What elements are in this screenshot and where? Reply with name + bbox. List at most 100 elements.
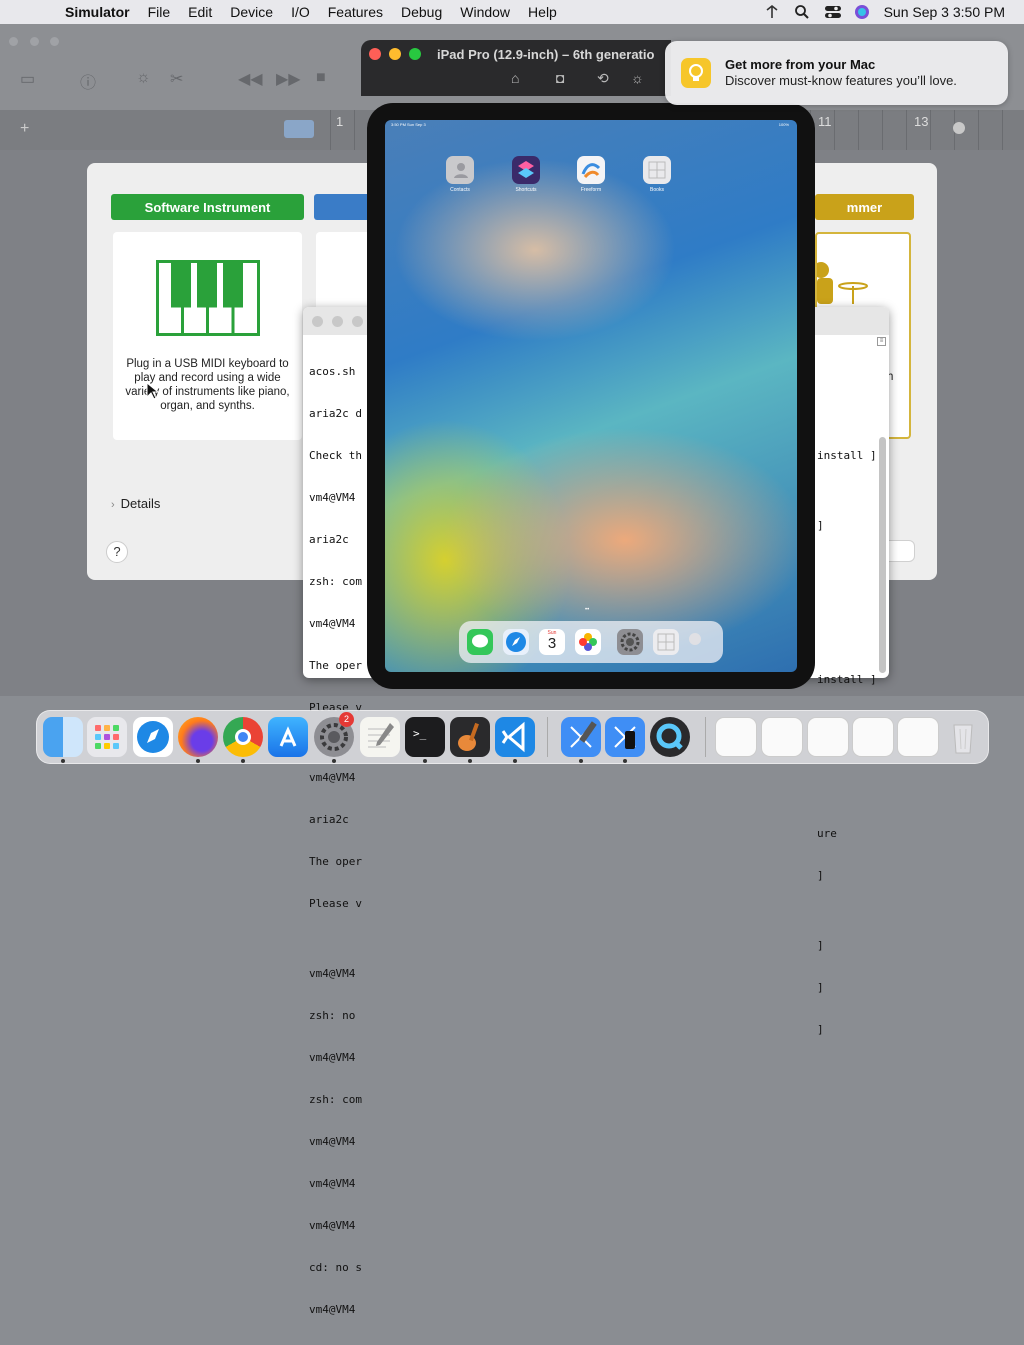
notification-banner[interactable]: Get more from your Mac Discover must-kno… [665,41,1008,105]
zoom-slider-knob[interactable] [953,122,965,134]
terminal-line: zsh: com [309,1093,362,1106]
terminal-line-tail: ] [817,869,824,882]
books-app-icon[interactable] [643,156,671,184]
fast-forward-icon[interactable]: ▶▶ [276,69,301,89]
ipad-device-frame: 3:50 PM Sun Sep 3 100% Contacts Shortcut… [367,103,815,689]
recent-document-thumbnail[interactable] [897,717,939,757]
terminal-line-tail: install ] [817,673,877,686]
recent-document-thumbnail[interactable] [715,717,757,757]
software-instrument-header[interactable]: Software Instrument [111,194,304,220]
help-button[interactable]: ? [106,541,128,563]
safari-icon[interactable] [133,717,173,757]
terminal-scrollbar[interactable] [879,437,886,673]
finder-icon[interactable] [43,717,83,757]
simulator-icon[interactable] [605,717,645,757]
menu-window[interactable]: Window [451,4,519,20]
smart-tempo-icon[interactable] [284,120,314,138]
control-center-icon[interactable] [824,4,841,20]
screenshot-camera-icon[interactable]: ◘ [556,70,564,86]
menu-edit[interactable]: Edit [179,4,221,20]
audio-header[interactable] [314,194,374,220]
recent-app-icon[interactable] [689,633,701,645]
menu-help[interactable]: Help [519,4,566,20]
settings-app-icon[interactable] [617,629,643,655]
contacts-app-icon[interactable] [446,156,474,184]
editors-icon[interactable]: ✂ [170,69,183,89]
running-indicator [513,759,517,763]
textedit-icon[interactable] [360,717,400,757]
scroll-marks-icon[interactable]: ≡ [877,337,886,346]
window-minimize-button[interactable] [30,37,39,46]
simulator-zoom-button[interactable] [409,48,421,60]
software-instrument-card[interactable]: Plug in a USB MIDI keyboard to play and … [113,232,302,440]
quicktime-icon[interactable] [650,717,690,757]
ipad-screen[interactable]: 3:50 PM Sun Sep 3 100% Contacts Shortcut… [385,120,797,672]
books-dock-icon[interactable] [653,629,679,655]
calendar-app-icon[interactable]: Sun 3 [539,629,565,655]
app-store-icon[interactable] [268,717,308,757]
running-indicator [423,759,427,763]
terminal-minimize-button[interactable] [332,316,343,327]
appearance-brightness-icon[interactable]: ☼ [631,70,644,86]
recent-document-thumbnail[interactable] [852,717,894,757]
terminal-output-right: install ] ] install ] ure ] ] ] ] [817,337,877,1065]
menu-app-name[interactable]: Simulator [56,4,139,20]
terminal-output[interactable]: acos.sh aria2c d Check th vm4@VM4 aria2c… [309,337,362,1345]
xcode-icon[interactable] [561,717,601,757]
freeform-app-icon[interactable] [577,156,605,184]
vscode-icon[interactable] [495,717,535,757]
terminal-line: vm4@VM4 [309,967,356,980]
drummer-header[interactable]: mmer [815,194,914,220]
window-close-button[interactable] [9,37,18,46]
chrome-icon[interactable] [223,717,263,757]
menu-file[interactable]: File [139,4,180,20]
smart-controls-icon[interactable]: ☼ [136,69,151,87]
ipad-status-battery: 100% [778,122,789,127]
running-indicator [241,759,245,763]
network-status-icon[interactable] [764,4,780,20]
recent-document-thumbnail[interactable] [807,717,849,757]
menu-clock[interactable]: Sun Sep 3 3:50 PM [884,4,1005,20]
simulator-titlebar[interactable]: iPad Pro (12.9-inch) – 6th generatio ⌂ ◘… [361,40,671,96]
menu-debug[interactable]: Debug [392,4,451,20]
trash-icon[interactable] [943,717,983,757]
terminal-line: vm4@VM4 [309,771,356,784]
add-track-icon[interactable]: + [20,120,29,138]
window-zoom-button[interactable] [50,37,59,46]
photos-app-icon[interactable] [575,629,601,655]
firefox-icon[interactable] [178,717,218,757]
messages-app-icon[interactable] [467,629,493,655]
stop-icon[interactable]: ■ [316,69,326,87]
spotlight-search-icon[interactable] [794,4,810,20]
home-icon[interactable]: ⌂ [511,70,519,86]
terminal-zoom-button[interactable] [352,316,363,327]
tips-lightbulb-icon [681,58,711,88]
menu-device[interactable]: Device [221,4,282,20]
siri-icon[interactable] [854,4,870,20]
garageband-icon[interactable] [450,717,490,757]
terminal-line-tail: ] [817,519,824,532]
menu-io[interactable]: I/O [282,4,319,20]
disclosure-chevron-icon: › [111,499,115,511]
simulator-minimize-button[interactable] [389,48,401,60]
shortcuts-app-icon[interactable] [512,156,540,184]
quick-help-icon[interactable]: ⓘ [80,69,96,93]
terminal-close-button[interactable] [312,316,323,327]
rewind-icon[interactable]: ◀◀ [238,69,263,89]
terminal-line-tail: ure [817,827,837,840]
page-indicator[interactable]: •• [585,607,597,613]
launchpad-icon[interactable] [87,717,127,757]
rotate-icon[interactable]: ⟲ [597,70,609,87]
library-icon[interactable]: ▭ [20,69,35,89]
terminal-line: vm4@VM4 [309,491,356,504]
running-indicator [623,759,627,763]
ipad-status-time: 3:50 PM Sun Sep 3 [391,122,426,127]
dock-divider [547,717,548,757]
menu-features[interactable]: Features [319,4,392,20]
details-label: Details [120,496,161,511]
recent-document-thumbnail[interactable] [761,717,803,757]
details-disclosure[interactable]: › Details [111,496,160,511]
simulator-close-button[interactable] [369,48,381,60]
terminal-icon[interactable]: >_ [405,717,445,757]
safari-app-icon[interactable] [503,629,529,655]
